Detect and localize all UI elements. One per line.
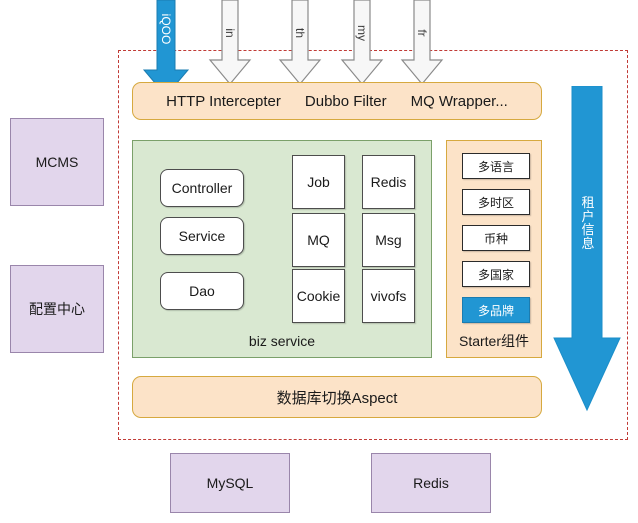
- tenant-char-1: 租: [581, 195, 595, 210]
- external-system-mcms-label: MCMS: [35, 154, 79, 170]
- tenant-info-arrow-label: 租 户 信 息: [552, 196, 624, 251]
- starter-chip-multibrand[interactable]: 多品牌: [462, 297, 530, 323]
- starter-chip-multicountry[interactable]: 多国家: [462, 261, 530, 287]
- tenant-char-3: 信: [581, 222, 595, 238]
- starter-chip-multitimezone-label: 多时区: [477, 195, 514, 210]
- biz-service-label: biz service: [248, 333, 316, 349]
- tenant-entry-arrow-label: iQOO: [159, 13, 173, 45]
- external-system-mcms[interactable]: MCMS: [10, 118, 104, 206]
- starter-chip-currency-label: 币种: [483, 231, 508, 246]
- datastore-redis-label: Redis: [413, 475, 449, 491]
- entry-interceptors-bar: HTTP Intercepter Dubbo Filter MQ Wrapper…: [132, 82, 542, 120]
- external-system-config-center-label: 配置中心: [29, 301, 85, 317]
- entry-item-dubbo-filter[interactable]: Dubbo Filter: [305, 93, 387, 110]
- tenant-char-2: 户: [581, 208, 595, 224]
- component-chip-job[interactable]: Job: [292, 155, 345, 209]
- channel-arrow-in-label: in: [223, 28, 237, 38]
- channel-arrow-fr-label: fr: [415, 29, 429, 37]
- channel-arrow-th: th: [278, 0, 322, 88]
- component-chip-redis[interactable]: Redis: [362, 155, 415, 209]
- db-switch-aspect-label: 数据库切换Aspect: [276, 389, 398, 407]
- starter-components-label: Starter组件: [458, 333, 529, 349]
- channel-arrow-my-label: my: [355, 25, 369, 41]
- arrow-down-icon: [278, 0, 322, 85]
- entry-item-http-intercepter[interactable]: HTTP Intercepter: [166, 93, 281, 110]
- component-chip-vivofs[interactable]: vivofs: [362, 269, 415, 323]
- starter-chip-multicountry-label: 多国家: [477, 267, 514, 282]
- starter-chip-multilanguage[interactable]: 多语言: [462, 153, 530, 179]
- channel-arrow-in: in: [208, 0, 252, 88]
- starter-chip-multilanguage-label: 多语言: [477, 159, 514, 174]
- layer-chip-service[interactable]: Service: [160, 217, 244, 255]
- layer-chip-dao-label: Dao: [189, 283, 215, 299]
- component-chip-mq-label: MQ: [307, 232, 330, 248]
- component-chip-cookie-label: Cookie: [296, 288, 341, 304]
- channel-arrow-my: my: [340, 0, 384, 88]
- layer-chip-service-label: Service: [178, 228, 226, 244]
- component-chip-msg-label: Msg: [375, 232, 402, 248]
- arrow-down-icon: [400, 0, 444, 85]
- arrow-down-icon: [340, 0, 384, 85]
- component-chip-mq[interactable]: MQ: [292, 213, 345, 267]
- architecture-diagram-canvas: iQOO in th my fr HTTP Intercepter Dubbo …: [0, 0, 638, 523]
- biz-service-container: Controller Service Dao Job MQ Cookie Red…: [132, 140, 432, 358]
- starter-chip-currency[interactable]: 币种: [462, 225, 530, 251]
- component-chip-redis-label: Redis: [370, 174, 407, 190]
- channel-arrow-th-label: th: [293, 27, 307, 39]
- datastore-redis[interactable]: Redis: [371, 453, 491, 513]
- component-chip-job-label: Job: [307, 174, 330, 190]
- layer-chip-dao[interactable]: Dao: [160, 272, 244, 310]
- datastore-mysql-label: MySQL: [206, 475, 254, 491]
- component-chip-cookie[interactable]: Cookie: [292, 269, 345, 323]
- channel-arrow-fr: fr: [400, 0, 444, 88]
- starter-chip-multitimezone[interactable]: 多时区: [462, 189, 530, 215]
- layer-chip-controller-label: Controller: [171, 180, 233, 196]
- arrow-down-icon: [208, 0, 252, 85]
- tenant-info-arrow: 租 户 信 息: [552, 85, 624, 414]
- datastore-mysql[interactable]: MySQL: [170, 453, 290, 513]
- entry-item-mq-wrapper[interactable]: MQ Wrapper...: [411, 93, 508, 110]
- starter-chip-multibrand-label: 多品牌: [477, 303, 514, 318]
- tenant-char-4: 息: [581, 235, 595, 251]
- layer-chip-controller[interactable]: Controller: [160, 169, 244, 207]
- db-switch-aspect-bar[interactable]: 数据库切换Aspect: [132, 376, 542, 418]
- component-chip-msg[interactable]: Msg: [362, 213, 415, 267]
- component-chip-vivofs-label: vivofs: [370, 288, 407, 304]
- starter-components-panel: 多语言 多时区 币种 多国家 多品牌 Starter组件: [446, 140, 542, 358]
- external-system-config-center[interactable]: 配置中心: [10, 265, 104, 353]
